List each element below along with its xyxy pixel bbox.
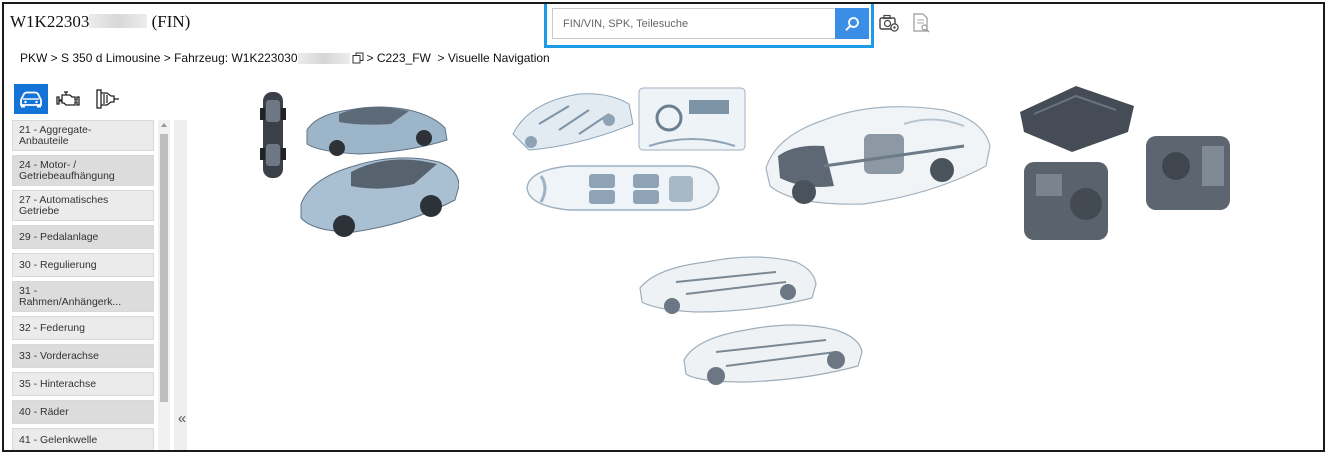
- collapse-strip: [174, 120, 187, 450]
- tab-transmission[interactable]: [90, 84, 124, 114]
- engine-components-graphic[interactable]: [1016, 84, 1238, 242]
- collapse-panel-button[interactable]: «: [175, 410, 189, 427]
- vin-prefix: W1K22303: [10, 12, 90, 31]
- list-item[interactable]: 27 - Automatisches Getriebe: [12, 190, 154, 221]
- category-tabs: [14, 84, 124, 114]
- vehicle-xray-graphic[interactable]: [764, 96, 994, 216]
- vehicle-interior-graphic[interactable]: [509, 84, 749, 244]
- breadcrumb-path[interactable]: PKW > S 350 d Limousine > Fahrzeug: W1K2…: [20, 51, 298, 65]
- vehicle-body-xray-graphic[interactable]: [636, 248, 876, 388]
- search-icon: [845, 16, 859, 31]
- redacted-vin-mask: [89, 14, 148, 28]
- camera-settings-icon[interactable]: [878, 12, 900, 34]
- list-item[interactable]: 24 - Motor- / Getriebeaufhängung: [12, 155, 154, 186]
- search-button[interactable]: [835, 8, 869, 39]
- vehicle-exterior-graphic[interactable]: [259, 86, 459, 251]
- document-search-icon[interactable]: [910, 12, 932, 34]
- group-list: 21 - Aggregate- Anbauteile 24 - Motor- / …: [12, 120, 154, 450]
- breadcrumb-path-end[interactable]: > C223_FW > Visuelle Navigation: [367, 51, 550, 65]
- vin-title: W1K22303 (FIN): [10, 12, 190, 32]
- search-bar: [544, 4, 874, 48]
- list-item[interactable]: 21 - Aggregate- Anbauteile: [12, 120, 154, 151]
- engine-icon: [56, 91, 80, 106]
- list-item[interactable]: 31 - Rahmen/Anhängerk...: [12, 281, 154, 312]
- list-item[interactable]: 35 - Hinterachse: [12, 372, 154, 396]
- group-navigation-panel: 21 - Aggregate- Anbauteile 24 - Motor- / …: [12, 120, 189, 450]
- vin-suffix: (FIN): [151, 12, 191, 31]
- app-window: W1K22303 (FIN) PKW > S 350 d Limous: [2, 2, 1325, 452]
- search-input[interactable]: [552, 8, 835, 39]
- copy-icon[interactable]: [352, 52, 364, 64]
- tab-vehicle[interactable]: [14, 84, 48, 114]
- list-item[interactable]: 41 - Gelenkwelle: [12, 428, 154, 450]
- list-item[interactable]: 29 - Pedalanlage: [12, 225, 154, 249]
- list-item[interactable]: 30 - Regulierung: [12, 253, 154, 277]
- list-scrollbar[interactable]: [158, 120, 170, 450]
- scroll-thumb[interactable]: [160, 134, 168, 402]
- car-icon: [20, 91, 42, 108]
- tab-engine[interactable]: [52, 84, 86, 114]
- list-item[interactable]: 32 - Federung: [12, 316, 154, 340]
- transmission-icon: [96, 89, 119, 109]
- scroll-up-arrow[interactable]: [161, 123, 167, 127]
- list-item[interactable]: 40 - Räder: [12, 400, 154, 424]
- list-item[interactable]: 33 - Vorderachse: [12, 344, 154, 368]
- breadcrumb: PKW > S 350 d Limousine > Fahrzeug: W1K2…: [20, 51, 550, 65]
- redacted-vin-mask: [297, 52, 350, 64]
